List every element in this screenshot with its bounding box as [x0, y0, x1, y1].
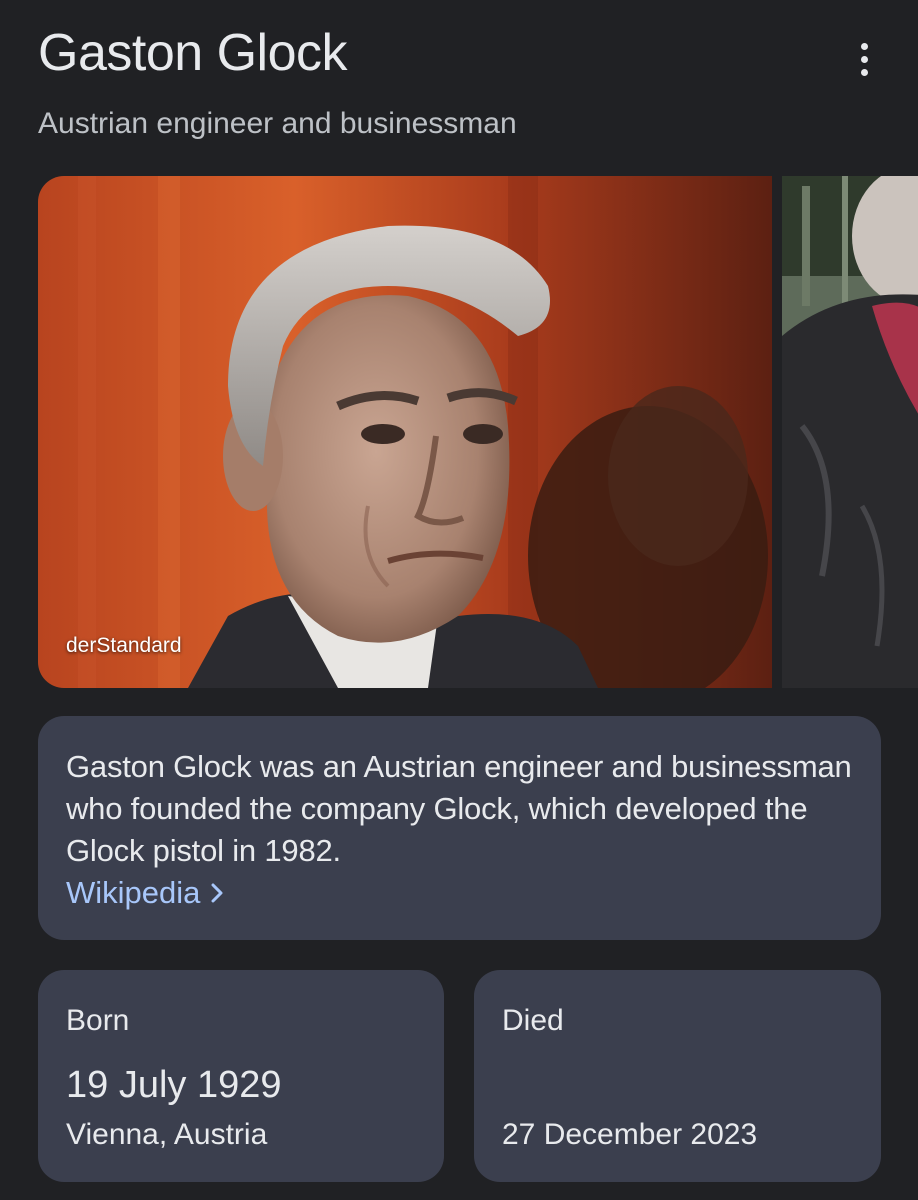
- born-place: Vienna, Austria: [66, 1118, 268, 1151]
- more-options-button[interactable]: [842, 34, 886, 84]
- wikipedia-link-label: Wikipedia: [66, 875, 201, 910]
- wikipedia-link[interactable]: Wikipedia: [66, 872, 224, 914]
- portrait-photo: [38, 176, 772, 688]
- image-gallery[interactable]: derStandard: [0, 176, 918, 688]
- died-card[interactable]: Died 27 December 2023: [474, 970, 881, 1182]
- chevron-right-icon: [211, 883, 223, 903]
- more-vert-icon-dot: [860, 55, 868, 63]
- more-vert-icon: [860, 42, 868, 50]
- image-source-label: derStandard: [66, 634, 182, 657]
- page-subtitle: Austrian engineer and businessman: [38, 107, 517, 140]
- description-text: Gaston Glock was an Austrian engineer an…: [66, 749, 852, 868]
- page-title: Gaston Glock: [38, 24, 348, 82]
- born-label: Born: [66, 1004, 130, 1037]
- gallery-image-main[interactable]: derStandard: [38, 176, 772, 688]
- born-card[interactable]: Born 19 July 1929 Vienna, Austria: [38, 970, 444, 1182]
- died-label: Died: [502, 1004, 564, 1037]
- more-vert-icon-dot: [860, 68, 868, 76]
- second-photo: [782, 176, 918, 688]
- died-date: 27 December 2023: [502, 1118, 758, 1151]
- born-date: 19 July 1929: [66, 1064, 282, 1106]
- gallery-image-second[interactable]: [782, 176, 918, 688]
- description-card: Gaston Glock was an Austrian engineer an…: [38, 716, 881, 940]
